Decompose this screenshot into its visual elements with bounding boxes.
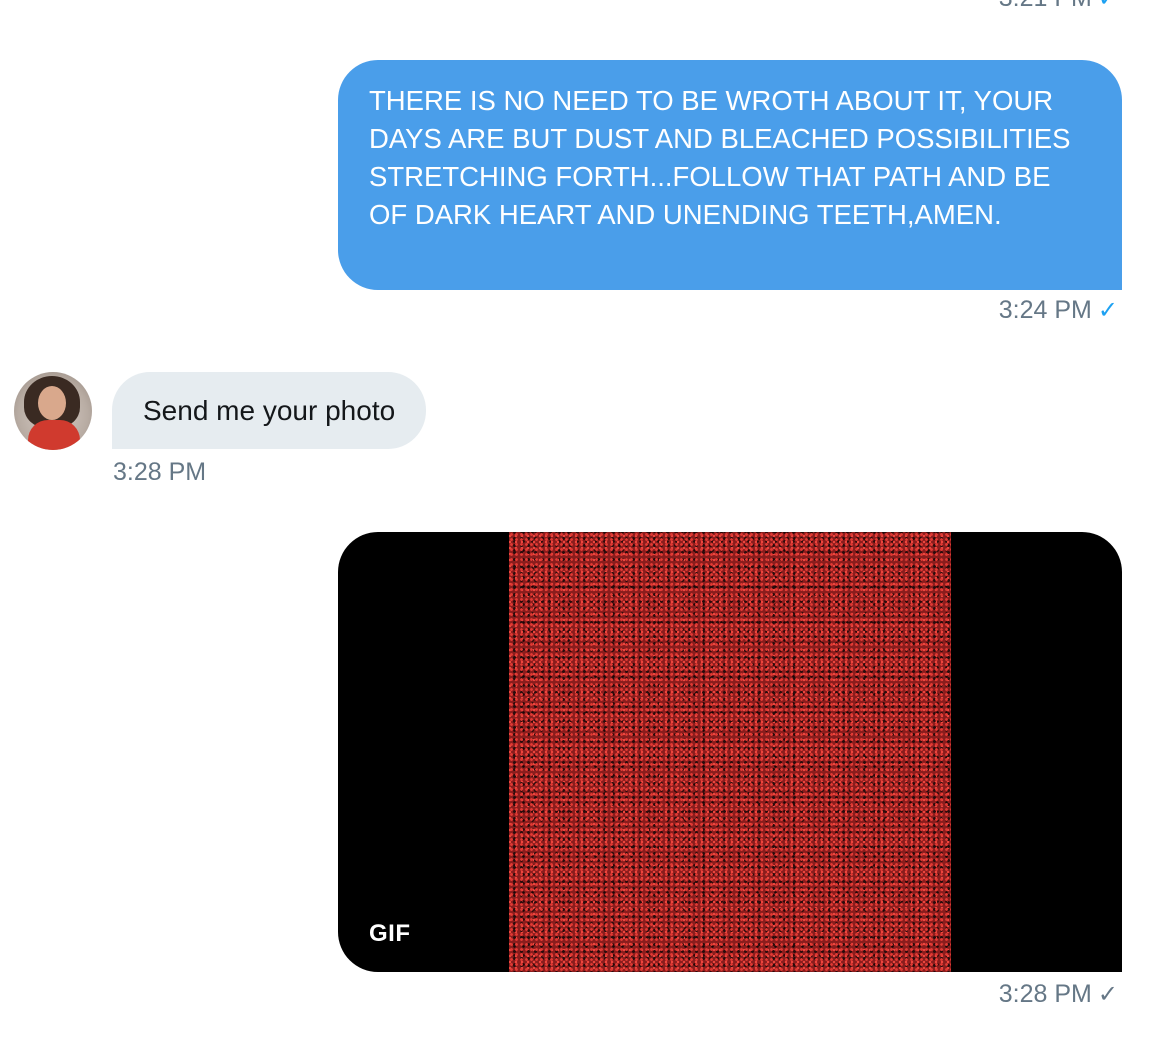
incoming-message-bubble[interactable]: Send me your photo <box>112 372 427 449</box>
message-timestamp: 3:28 PM ✓ <box>998 980 1118 1008</box>
gif-badge: GIF <box>369 920 411 947</box>
message-text: Send me your photo <box>143 395 396 426</box>
message-text: THERE IS NO NEED TO BE WROTH ABOUT IT, Y… <box>369 85 1071 230</box>
avatar[interactable] <box>14 372 92 450</box>
message-timestamp: 3:28 PM <box>113 458 207 486</box>
dm-conversation: 3:21 PM✓ THERE IS NO NEED TO BE WROTH AB… <box>0 0 1150 1048</box>
message-timestamp: 3:24 PM ✓ <box>998 296 1118 324</box>
checkmark-icon: ✓ <box>1097 981 1118 1008</box>
previous-message-timestamp: 3:21 PM✓ <box>999 0 1118 13</box>
outgoing-message-bubble[interactable]: THERE IS NO NEED TO BE WROTH ABOUT IT, Y… <box>338 60 1122 290</box>
gif-message[interactable]: GIF <box>338 532 1122 972</box>
checkmark-icon: ✓ <box>1098 0 1118 12</box>
gif-image[interactable] <box>509 532 951 972</box>
checkmark-icon: ✓ <box>1097 297 1118 324</box>
